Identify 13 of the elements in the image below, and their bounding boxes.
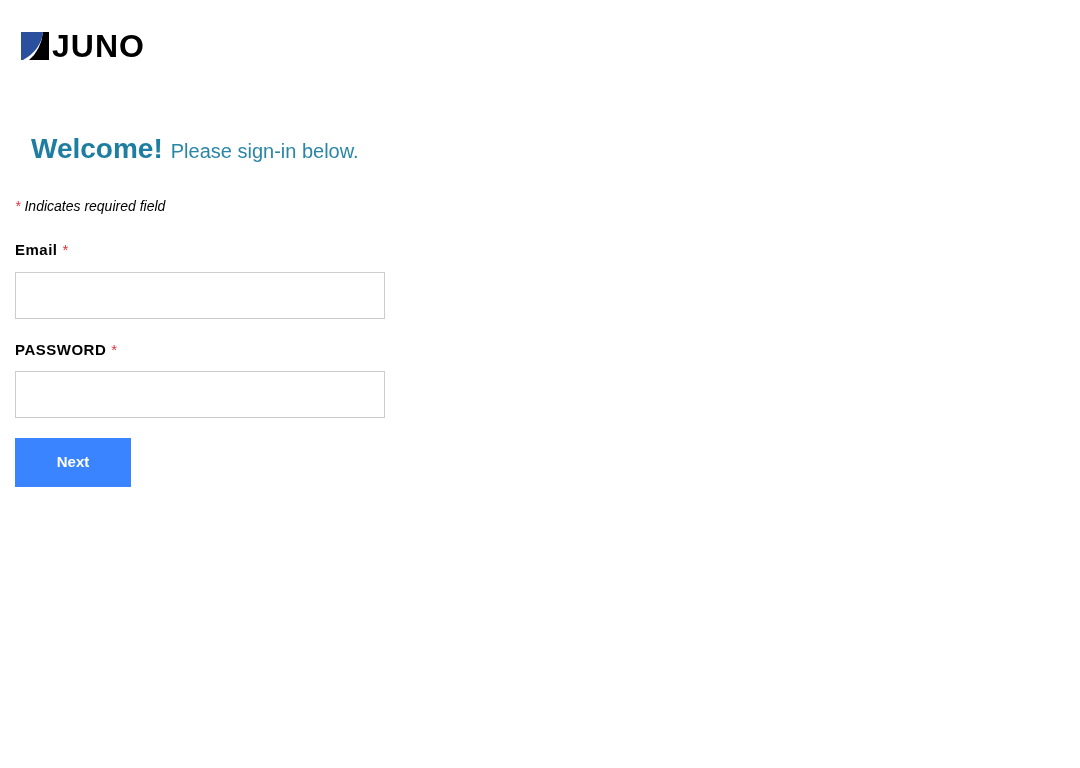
next-button[interactable]: Next [15,438,131,487]
input-field[interactable] [15,271,385,319]
logo-icon [21,32,49,60]
required-note: Indicates required field [24,197,166,216]
logo-text: JUNO [52,30,145,62]
welcome-title: Welcome! [31,132,163,166]
required-mark: * [62,240,69,260]
required-mark: * [15,197,21,216]
welcome-subtitle: Please sign-in below. [170,139,359,164]
field-label: PASSWORD [15,339,107,360]
field-label: Email [15,240,58,260]
input-field[interactable] [15,371,385,418]
required-mark: * [111,339,118,360]
